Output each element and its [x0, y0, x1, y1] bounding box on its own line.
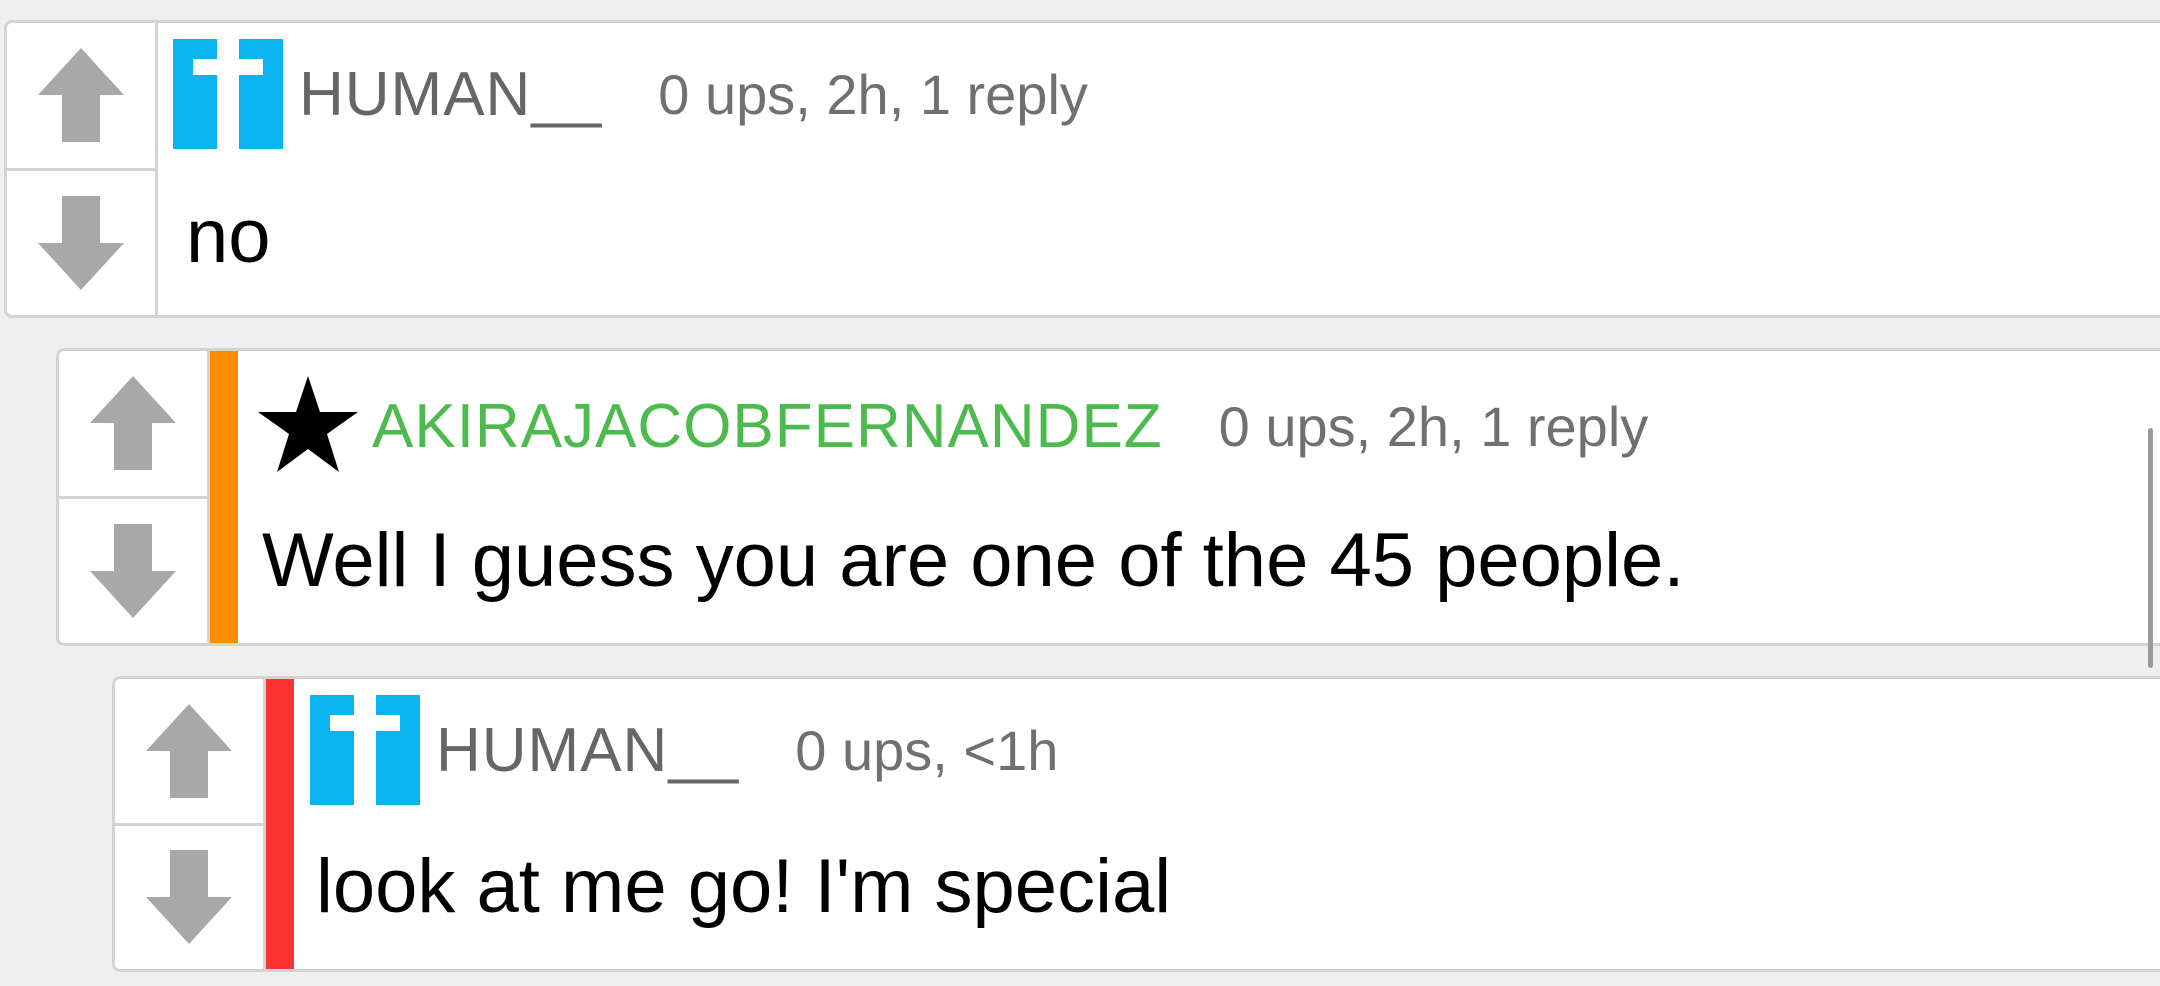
arrow-up-icon — [38, 48, 124, 143]
comment-thread: HUMAN__ 0 ups, 2h, 1 reply no AKIRAJACOB… — [0, 0, 2160, 986]
comment-reply: AKIRAJACOBFERNANDEZ 0 ups, 2h, 1 reply W… — [56, 348, 2160, 646]
star-icon[interactable] — [258, 376, 358, 476]
comment-header: AKIRAJACOBFERNANDEZ 0 ups, 2h, 1 reply — [258, 371, 1648, 481]
username[interactable]: HUMAN__ — [299, 59, 602, 130]
comment-body: look at me go! I'm special — [316, 844, 1172, 929]
blue-quote-avatar-icon[interactable] — [310, 695, 420, 805]
blue-quote-avatar-icon[interactable] — [173, 39, 283, 149]
arrow-down-icon — [146, 850, 232, 945]
vote-controls — [115, 679, 266, 969]
comment-header: HUMAN__ 0 ups, <1h — [310, 695, 1058, 805]
comment-body: no — [186, 194, 271, 279]
depth-indicator — [210, 351, 238, 643]
comment-meta: 0 ups, 2h, 1 reply — [1218, 394, 1649, 458]
comment: HUMAN__ 0 ups, 2h, 1 reply no — [4, 20, 2160, 318]
vote-controls — [7, 23, 158, 315]
upvote-button[interactable] — [115, 679, 263, 823]
comment-meta: 0 ups, <1h — [795, 718, 1059, 782]
comment-reply: HUMAN__ 0 ups, <1h look at me go! I'm sp… — [112, 676, 2160, 972]
downvote-button[interactable] — [115, 822, 263, 970]
scrollbar[interactable] — [2148, 428, 2153, 668]
arrow-down-icon — [90, 523, 176, 618]
comment-content: HUMAN__ 0 ups, 2h, 1 reply no — [158, 23, 2160, 315]
username[interactable]: HUMAN__ — [436, 715, 739, 786]
arrow-up-icon — [90, 376, 176, 471]
comment-content: HUMAN__ 0 ups, <1h look at me go! I'm sp… — [294, 679, 2160, 969]
comment-header: HUMAN__ 0 ups, 2h, 1 reply — [173, 39, 1088, 149]
downvote-button[interactable] — [59, 495, 207, 644]
comment-body: Well I guess you are one of the 45 peopl… — [262, 518, 1685, 603]
username[interactable]: AKIRAJACOBFERNANDEZ — [372, 391, 1163, 462]
arrow-up-icon — [146, 703, 232, 798]
upvote-button[interactable] — [59, 351, 207, 496]
comment-meta: 0 ups, 2h, 1 reply — [658, 62, 1088, 126]
depth-indicator — [266, 679, 294, 969]
upvote-button[interactable] — [7, 23, 155, 168]
comment-content: AKIRAJACOBFERNANDEZ 0 ups, 2h, 1 reply W… — [238, 351, 2160, 643]
vote-controls — [59, 351, 210, 643]
arrow-down-icon — [38, 195, 124, 290]
downvote-button[interactable] — [7, 167, 155, 316]
